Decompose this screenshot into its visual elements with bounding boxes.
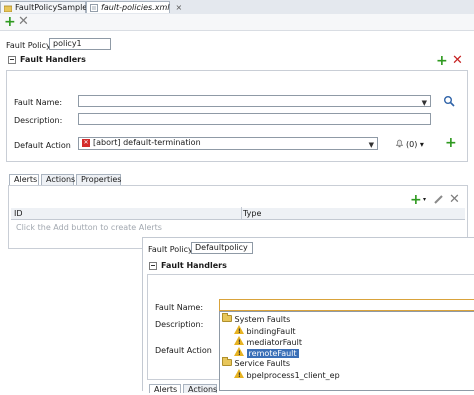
overlay-tab-alerts[interactable]: Alerts — [149, 384, 181, 394]
description-label: Description: — [14, 116, 63, 125]
bell-icon[interactable] — [395, 138, 404, 150]
delete-policy-icon[interactable]: ✕ — [18, 15, 29, 28]
overlay-fault-handlers-header[interactable]: Fault Handlers — [149, 261, 227, 270]
overlay-fault-name-select[interactable] — [219, 299, 474, 311]
add-action-icon[interactable]: + — [445, 136, 457, 150]
fault-handlers-header[interactable]: Fault Handlers — [8, 55, 86, 64]
overlay-panel: Fault Policy: Defaultpolicy Fault Handle… — [142, 237, 474, 394]
default-action-select[interactable]: ✕ [abort] default-termination ▼ — [78, 137, 378, 150]
project-icon — [3, 4, 13, 13]
collapse-icon[interactable] — [149, 261, 157, 270]
fault-name-dropdown: System Faults bindingFault mediatorFault… — [219, 311, 474, 391]
add-handler-icon[interactable]: + — [436, 54, 448, 68]
default-action-label: Default Action — [14, 141, 71, 150]
tree-item-mediatorfault[interactable]: mediatorFault — [234, 336, 302, 348]
policy-toolbar: + ✕ — [0, 14, 474, 31]
chevron-down-icon: ▼ — [368, 141, 374, 149]
edit-icon[interactable] — [433, 194, 444, 207]
tab-label: FaultPolicySample — [15, 3, 88, 12]
overlay-default-action-label: Default Action — [155, 346, 212, 355]
tab-alerts[interactable]: Alerts — [9, 174, 39, 185]
xml-file-icon — [90, 4, 98, 12]
overlay-description-label: Description: — [155, 320, 204, 329]
fault-policy-field[interactable]: policy1 — [49, 38, 111, 50]
tree-item-remotefault[interactable]: remoteFault — [234, 347, 299, 359]
grid-header: ID Type — [11, 207, 465, 220]
tab-faultpolicysample[interactable]: FaultPolicySample× — [0, 1, 100, 13]
column-divider — [241, 207, 242, 219]
close-icon[interactable]: × — [175, 3, 182, 12]
warning-icon — [234, 325, 244, 337]
warning-icon — [234, 336, 244, 348]
chevron-down-icon[interactable]: ▾ — [423, 196, 426, 203]
grid-empty-message: Click the Add button to create Alerts — [16, 223, 162, 232]
tree-item-service-faults[interactable]: Service Faults — [222, 357, 290, 369]
add-policy-icon[interactable]: + — [4, 15, 16, 29]
folder-icon — [222, 357, 232, 366]
delete-handler-icon[interactable]: ✕ — [452, 54, 463, 67]
fault-name-label: Fault Name: — [14, 98, 63, 107]
search-icon[interactable] — [443, 95, 455, 109]
section-title: Fault Handlers — [20, 55, 86, 64]
overlay-fault-name-label: Fault Name: — [155, 303, 204, 312]
tree-item-bindingfault[interactable]: bindingFault — [234, 325, 296, 337]
abort-icon: ✕ — [82, 138, 90, 147]
chevron-down-icon: ▼ — [421, 99, 427, 107]
overlay-fault-policy-field[interactable]: Defaultpolicy — [191, 242, 253, 254]
collapse-icon[interactable] — [8, 55, 16, 64]
warning-icon — [234, 369, 244, 381]
fault-policy-label: Fault Policy: — [6, 41, 53, 50]
add-alert-icon[interactable]: + — [410, 193, 422, 207]
overlay-fault-policy-label: Fault Policy: — [148, 245, 195, 254]
overlay-section-title: Fault Handlers — [161, 261, 227, 270]
delete-alert-icon[interactable]: ✕ — [449, 193, 460, 206]
tab-properties[interactable]: Properties — [76, 174, 121, 185]
overlay-tab-actions[interactable]: Actions — [183, 384, 217, 394]
editor-tab-strip: FaultPolicySample× fault-policies.xml × — [0, 0, 474, 15]
tree-item-system-faults[interactable]: System Faults — [222, 313, 290, 325]
tab-fault-policies-xml[interactable]: fault-policies.xml × — [86, 1, 182, 13]
count-menu[interactable]: (0) ▾ — [406, 140, 424, 149]
tree-item-bpelprocess1-client-ep[interactable]: bpelprocess1_client_ep — [234, 369, 340, 381]
column-id: ID — [14, 209, 23, 218]
warning-icon — [234, 347, 244, 359]
tab-label: fault-policies.xml — [101, 3, 170, 12]
folder-icon — [222, 313, 232, 322]
description-field[interactable] — [78, 113, 431, 125]
tab-actions[interactable]: Actions — [41, 174, 75, 185]
default-action-value: [abort] default-termination — [93, 138, 201, 147]
fault-name-select[interactable]: ▼ — [78, 95, 431, 107]
column-type: Type — [243, 209, 262, 218]
